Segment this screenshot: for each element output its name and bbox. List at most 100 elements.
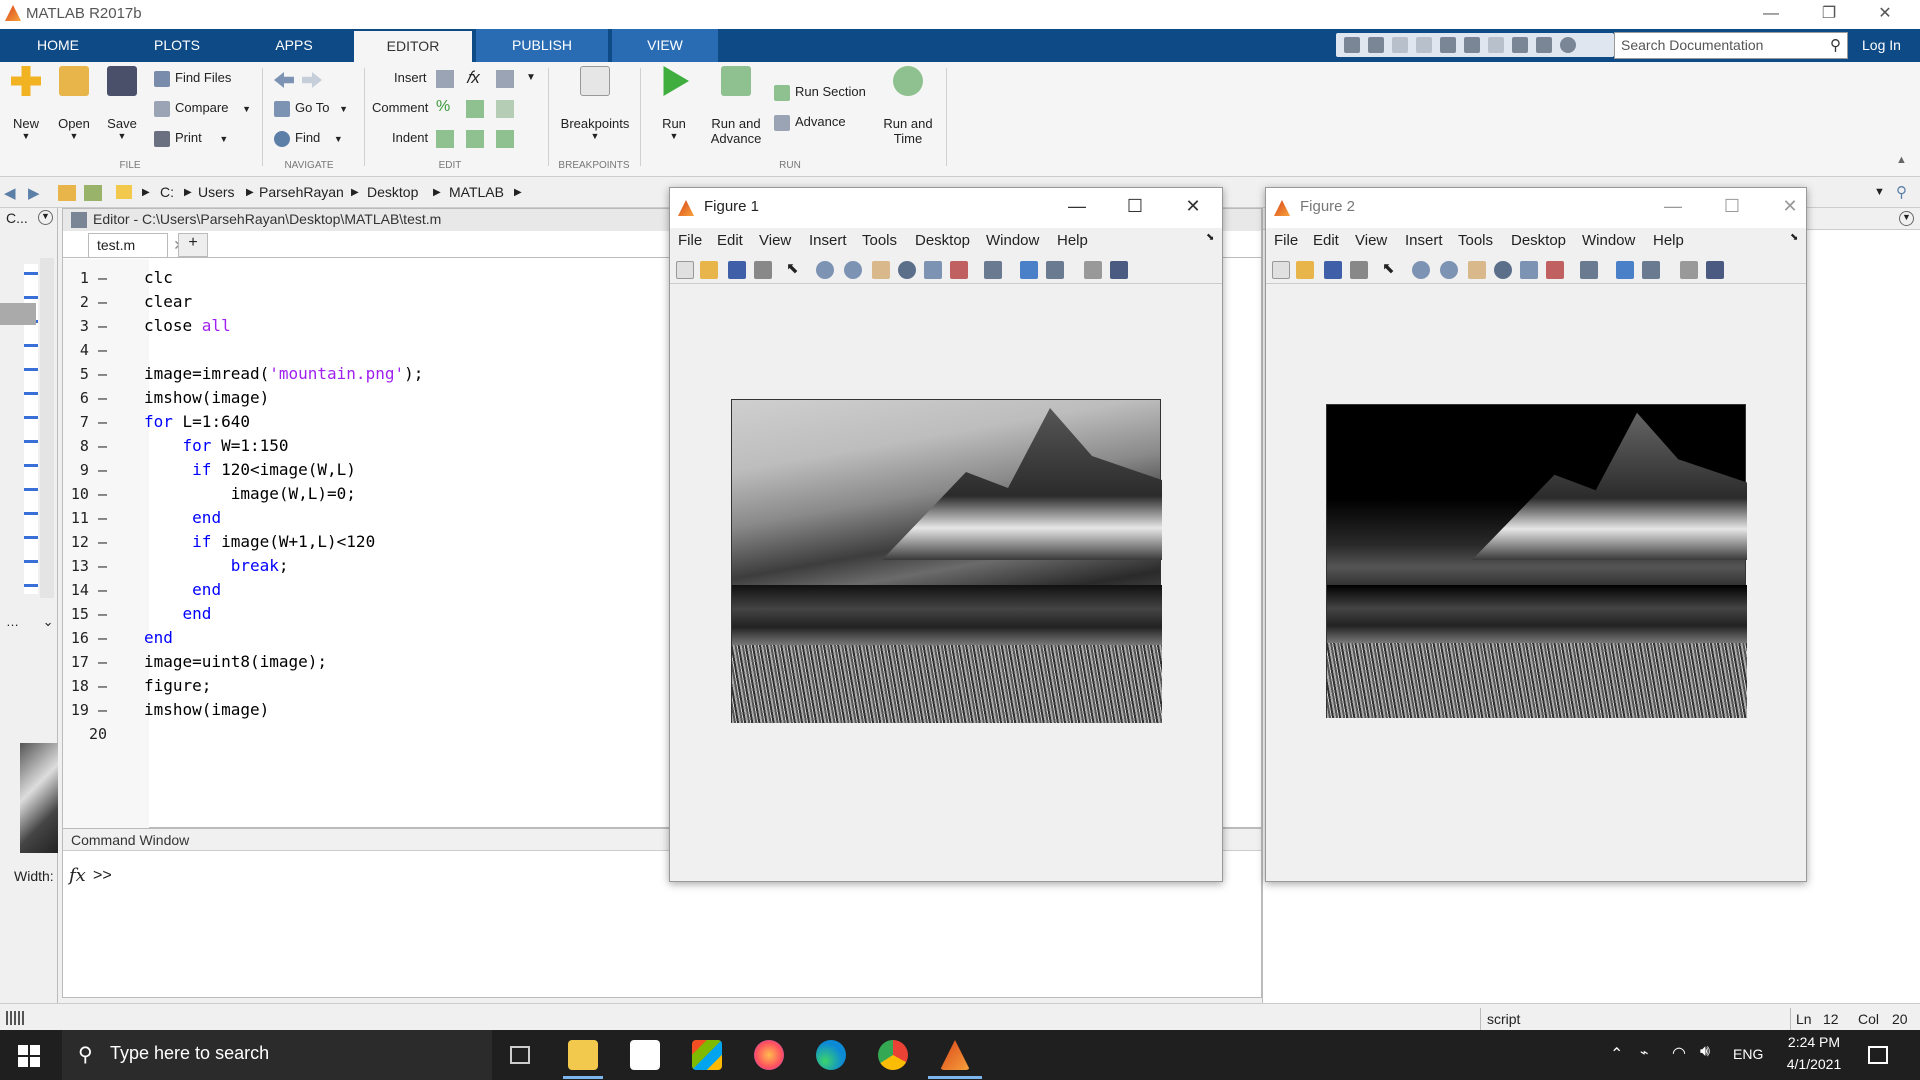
menu-file[interactable]: File — [678, 232, 702, 249]
insert-section-icon[interactable] — [436, 70, 454, 88]
task-view-icon[interactable] — [510, 1046, 530, 1064]
menu-edit[interactable]: Edit — [717, 232, 743, 249]
edge-icon[interactable] — [816, 1040, 846, 1070]
breadcrumb-desktop[interactable]: Desktop — [367, 184, 418, 200]
increase-indent-icon[interactable] — [466, 130, 484, 148]
search-folder-icon[interactable]: ⚲ — [1896, 183, 1907, 201]
new-figure-icon[interactable] — [676, 261, 694, 279]
colorbar-icon[interactable] — [1616, 261, 1634, 279]
collapse-ribbon-icon[interactable]: ▲ — [1896, 154, 1907, 166]
zoom-out-icon[interactable] — [844, 261, 862, 279]
menu-desktop[interactable]: Desktop — [915, 232, 970, 249]
menu-help[interactable]: Help — [1057, 232, 1088, 249]
figure-1-minimize-button[interactable]: — — [1062, 196, 1092, 220]
data-cursor-icon[interactable] — [924, 261, 942, 279]
new-figure-icon[interactable] — [1272, 261, 1290, 279]
details-toggle[interactable]: … ⌄ — [6, 614, 54, 630]
address-dropdown-icon[interactable]: ▼ — [1874, 186, 1885, 198]
notifications-icon[interactable] — [1868, 1046, 1888, 1064]
pointer-icon[interactable]: ⬉ — [1382, 259, 1400, 277]
copy-icon[interactable] — [1416, 37, 1432, 53]
panel-scrollbar[interactable] — [40, 258, 54, 598]
up-folder-icon[interactable] — [58, 185, 76, 201]
find-button[interactable]: Find ▼ — [274, 130, 343, 147]
paste-icon[interactable] — [1440, 37, 1456, 53]
new-tab-button[interactable]: + — [178, 233, 208, 257]
zoom-out-icon[interactable] — [1440, 261, 1458, 279]
figure-2-window[interactable]: Figure 2 — ☐ ✕ File Edit View Insert Too… — [1265, 187, 1807, 882]
browse-folder-icon[interactable] — [84, 185, 102, 201]
menu-view[interactable]: View — [1355, 232, 1387, 249]
pointer-icon[interactable]: ⬉ — [786, 259, 804, 277]
menu-view[interactable]: View — [759, 232, 791, 249]
undo-icon[interactable] — [1464, 37, 1480, 53]
show-hidden-icons[interactable]: ⌃ — [1610, 1044, 1623, 1064]
indent-button[interactable]: Indent — [392, 130, 428, 145]
compare-button[interactable]: Compare ▼ — [154, 100, 251, 117]
clock-date[interactable]: 4/1/2021 — [1778, 1056, 1850, 1072]
menu-tools[interactable]: Tools — [862, 232, 897, 249]
wifi-icon[interactable]: ◠ — [1672, 1043, 1686, 1063]
open-file-icon[interactable] — [700, 261, 718, 279]
dock-arrow-icon[interactable]: ⬊ — [1790, 232, 1798, 243]
mail-icon[interactable] — [630, 1040, 660, 1070]
minimize-button[interactable]: — — [1748, 0, 1794, 29]
breakpoints-button[interactable]: Breakpoints ▼ — [558, 66, 632, 141]
hide-plot-tools-icon[interactable] — [1084, 261, 1102, 279]
brush-icon[interactable] — [950, 261, 968, 279]
close-button[interactable]: ✕ — [1862, 0, 1908, 29]
menu-edit[interactable]: Edit — [1313, 232, 1339, 249]
link-plot-icon[interactable] — [984, 261, 1002, 279]
menu-window[interactable]: Window — [986, 232, 1039, 249]
save-icon[interactable] — [1368, 37, 1384, 53]
save-button[interactable]: Save ▼ — [104, 66, 140, 141]
figure-2-minimize-button[interactable]: — — [1658, 196, 1688, 220]
uncomment-icon[interactable] — [466, 100, 484, 118]
rotate-icon[interactable] — [898, 261, 916, 279]
comment-button[interactable]: Comment — [372, 100, 428, 115]
dropdown-icon[interactable]: ▼ — [526, 72, 536, 83]
dock-arrow-icon[interactable]: ⬊ — [1206, 232, 1214, 243]
run-and-time-button[interactable]: Run and Time — [880, 66, 936, 146]
tab-apps[interactable]: APPS — [238, 29, 350, 62]
search-documentation-input[interactable]: Search Documentation — [1614, 32, 1848, 59]
legend-icon[interactable] — [1046, 261, 1064, 279]
breadcrumb-parsehrayan[interactable]: ParsehRayan — [259, 184, 344, 200]
layout-icon[interactable] — [1536, 37, 1552, 53]
file-explorer-icon[interactable] — [568, 1040, 598, 1070]
figure-2-maximize-button[interactable]: ☐ — [1717, 196, 1747, 220]
save-figure-icon[interactable] — [1324, 261, 1342, 279]
volume-icon[interactable]: 🔊︎ — [1700, 1043, 1710, 1061]
run-and-advance-button[interactable]: Run and Advance — [708, 66, 764, 146]
run-button[interactable]: Run ▼ — [654, 66, 694, 141]
matlab-taskbar-icon[interactable] — [940, 1040, 970, 1070]
help-icon[interactable] — [1560, 37, 1576, 53]
figure-1-maximize-button[interactable]: ☐ — [1120, 196, 1150, 220]
clock-time[interactable]: 2:24 PM — [1786, 1034, 1842, 1050]
panel-menu-icon[interactable]: ▼ — [38, 210, 53, 225]
tab-view[interactable]: VIEW — [612, 29, 718, 62]
search-icon[interactable]: ⚲ — [1830, 36, 1841, 54]
fx-icon[interactable]: fx — [69, 865, 86, 886]
restore-button[interactable]: ❐ — [1806, 0, 1852, 29]
rotate-icon[interactable] — [1494, 261, 1512, 279]
tab-editor[interactable]: EDITOR — [354, 31, 472, 62]
save-figure-icon[interactable] — [728, 261, 746, 279]
firefox-icon[interactable] — [754, 1040, 784, 1070]
data-cursor-icon[interactable] — [1520, 261, 1538, 279]
taskbar-search-box[interactable]: ⚲ Type here to search — [62, 1030, 492, 1080]
show-plot-tools-icon[interactable] — [1706, 261, 1724, 279]
tab-publish[interactable]: PUBLISH — [476, 29, 608, 62]
forward-icon[interactable]: ▶ — [28, 184, 40, 202]
zoom-in-icon[interactable] — [816, 261, 834, 279]
store-icon[interactable] — [692, 1040, 722, 1070]
menu-help[interactable]: Help — [1653, 232, 1684, 249]
pan-icon[interactable] — [1468, 261, 1486, 279]
run-section-button[interactable]: Run Section — [774, 84, 866, 101]
brush-icon[interactable] — [1546, 261, 1564, 279]
figure-2-close-button[interactable]: ✕ — [1775, 196, 1805, 220]
new-button[interactable]: New ▼ — [8, 66, 44, 141]
menu-file[interactable]: File — [1274, 232, 1298, 249]
print-figure-icon[interactable] — [754, 261, 772, 279]
print-figure-icon[interactable] — [1350, 261, 1368, 279]
